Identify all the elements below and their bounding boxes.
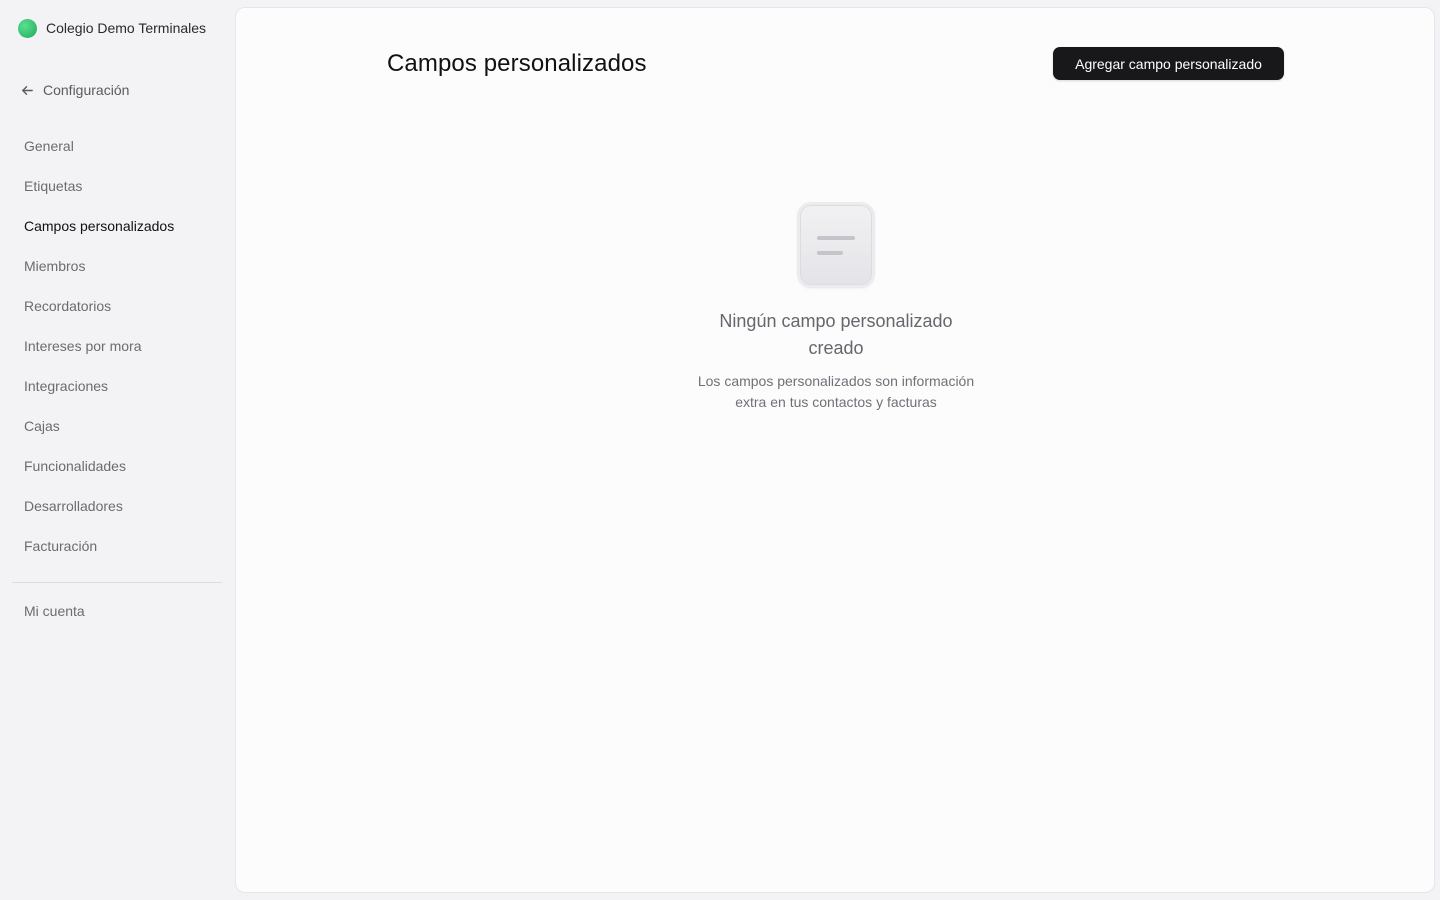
- sidebar-item-campos-personalizados[interactable]: Campos personalizados: [12, 206, 222, 246]
- main-panel: Campos personalizados Agregar campo pers…: [235, 7, 1435, 893]
- sidebar-item-integraciones[interactable]: Integraciones: [12, 366, 222, 406]
- sidebar-item-miembros[interactable]: Miembros: [12, 246, 222, 286]
- sidebar-item-general[interactable]: General: [12, 126, 222, 166]
- back-label: Configuración: [43, 82, 130, 98]
- icon-line: [817, 236, 855, 240]
- sidebar-item-recordatorios[interactable]: Recordatorios: [12, 286, 222, 326]
- org-avatar-icon: [18, 18, 37, 38]
- icon-line: [817, 251, 843, 255]
- sidebar: Colegio Demo Terminales Configuración Ge…: [0, 0, 234, 900]
- document-lines-icon: [797, 202, 875, 288]
- settings-nav: General Etiquetas Campos personalizados …: [12, 126, 222, 566]
- sidebar-item-intereses-por-mora[interactable]: Intereses por mora: [12, 326, 222, 366]
- empty-state-description: Los campos personalizados son informació…: [697, 373, 975, 410]
- sidebar-item-cajas[interactable]: Cajas: [12, 406, 222, 446]
- add-custom-field-button[interactable]: Agregar campo personalizado: [1053, 47, 1284, 80]
- app-root: Colegio Demo Terminales Configuración Ge…: [0, 0, 1440, 900]
- empty-state-title: Ningún campo personalizado creado: [719, 311, 953, 358]
- sidebar-item-funcionalidades[interactable]: Funcionalidades: [12, 446, 222, 486]
- org-name: Colegio Demo Terminales: [46, 20, 207, 36]
- org-switcher[interactable]: Colegio Demo Terminales: [18, 18, 206, 38]
- sidebar-item-mi-cuenta[interactable]: Mi cuenta: [12, 591, 222, 631]
- arrow-left-icon: [22, 85, 33, 95]
- empty-state: Ningún campo personalizado creado Los ca…: [656, 202, 1016, 413]
- page-title: Campos personalizados: [387, 50, 647, 77]
- sidebar-item-desarrolladores[interactable]: Desarrolladores: [12, 486, 222, 526]
- back-to-settings-link[interactable]: Configuración: [20, 80, 129, 100]
- sidebar-item-facturacion[interactable]: Facturación: [12, 526, 222, 566]
- sidebar-divider: [12, 582, 222, 583]
- sidebar-item-etiquetas[interactable]: Etiquetas: [12, 166, 222, 206]
